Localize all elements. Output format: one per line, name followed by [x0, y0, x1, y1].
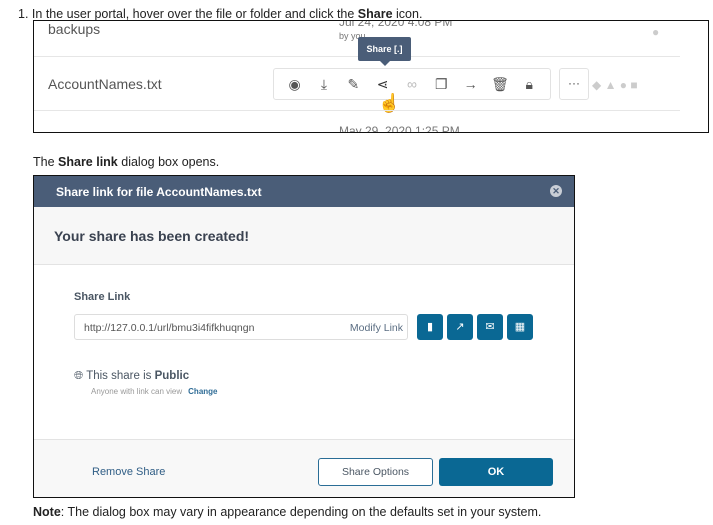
- share-link-label: Share Link: [74, 291, 131, 303]
- row-divider: [34, 56, 680, 57]
- row-divider: [34, 110, 680, 111]
- change-link[interactable]: Change: [188, 387, 217, 396]
- intro-bold: Share link: [58, 155, 118, 169]
- eye-icon[interactable]: ◉: [285, 76, 305, 93]
- step-bold: Share: [357, 7, 393, 21]
- share-tooltip: Share [.]: [358, 37, 411, 66]
- share-url[interactable]: http://127.0.0.1/url/bmu3i4fifkhuqngn: [84, 322, 254, 334]
- share-visibility: 🌐︎ This share is Public: [74, 370, 189, 383]
- qr-code-icon: ▦: [514, 321, 526, 333]
- open-link-button[interactable]: ↗: [447, 314, 473, 340]
- envelope-icon: ✉: [485, 321, 495, 333]
- note-text: : The dialog box may vary in appearance …: [60, 505, 542, 519]
- dialog-header: Share link for file AccountNames.txt ✕: [34, 176, 574, 207]
- file-name-accountnames[interactable]: AccountNames.txt: [48, 76, 162, 92]
- intro-text: The: [33, 155, 59, 169]
- lock-icon[interactable]: 🔒︎: [519, 76, 539, 93]
- visibility-value: Public: [154, 370, 190, 382]
- note-label: Note: [33, 505, 61, 519]
- email-link-button[interactable]: ✉: [477, 314, 503, 340]
- visibility-text: This share is: [86, 370, 155, 382]
- visibility-sub: Anyone with link can view: [91, 387, 183, 396]
- note: Note: The dialog box may vary in appeara…: [33, 505, 541, 519]
- share-options-button[interactable]: Share Options: [318, 458, 433, 486]
- clipboard-icon: ▮: [426, 321, 434, 333]
- visibility-description: Anyone with link can view Change: [91, 387, 218, 396]
- success-message: Your share has been created!: [34, 207, 574, 265]
- share-link-input[interactable]: http://127.0.0.1/url/bmu3i4fifkhuqngn Mo…: [74, 314, 408, 340]
- file-list-screenshot: backups Jul 24, 2020 4:08 PM by you ● Ac…: [33, 20, 709, 133]
- step-text-end: icon.: [392, 7, 423, 21]
- external-link-icon: ↗: [455, 321, 465, 333]
- dialog-title: Share link for file AccountNames.txt: [56, 185, 262, 199]
- globe-icon: 🌐︎: [74, 370, 84, 382]
- remove-share-button[interactable]: Remove Share: [92, 466, 165, 478]
- step-text: In the user portal, hover over the file …: [31, 7, 358, 21]
- dialog-footer: Remove Share Share Options OK: [34, 439, 574, 497]
- more-button[interactable]: ···: [559, 68, 589, 100]
- share-icon[interactable]: ⋖: [373, 76, 393, 93]
- copy-icon[interactable]: ❐: [431, 76, 451, 93]
- step-instruction: 1. In the user portal, hover over the fi…: [18, 7, 422, 21]
- download-icon[interactable]: ⤓: [314, 76, 334, 93]
- modify-link-button[interactable]: Modify Link: [350, 322, 403, 334]
- move-arrow-icon[interactable]: →: [461, 76, 481, 92]
- file-date: May 29, 2020 1:25 PM: [339, 124, 460, 133]
- copy-clipboard-button[interactable]: ▮: [417, 314, 443, 340]
- link-icon[interactable]: ∞: [402, 76, 422, 92]
- file-name-backups[interactable]: backups: [48, 21, 100, 37]
- edit-icon[interactable]: ✎: [343, 76, 363, 93]
- dialog-intro: The Share link dialog box opens.: [33, 155, 219, 169]
- tag-icon: ◆ ▲ ● ■: [592, 78, 638, 92]
- file-action-toolbar: ◉ ⤓ ✎ ⋖ ∞ ❐ → 🗑 🔒︎: [273, 68, 551, 100]
- intro-text-end: dialog box opens.: [117, 155, 220, 169]
- step-number: 1.: [18, 7, 29, 21]
- qr-code-button[interactable]: ▦: [507, 314, 533, 340]
- share-link-dialog: Share link for file AccountNames.txt ✕ Y…: [33, 175, 575, 498]
- close-icon[interactable]: ✕: [550, 185, 562, 197]
- ok-button[interactable]: OK: [439, 458, 553, 486]
- trash-icon[interactable]: 🗑: [490, 76, 510, 93]
- file-date: Jul 24, 2020 4:08 PM: [339, 20, 453, 29]
- info-icon[interactable]: ●: [652, 25, 659, 39]
